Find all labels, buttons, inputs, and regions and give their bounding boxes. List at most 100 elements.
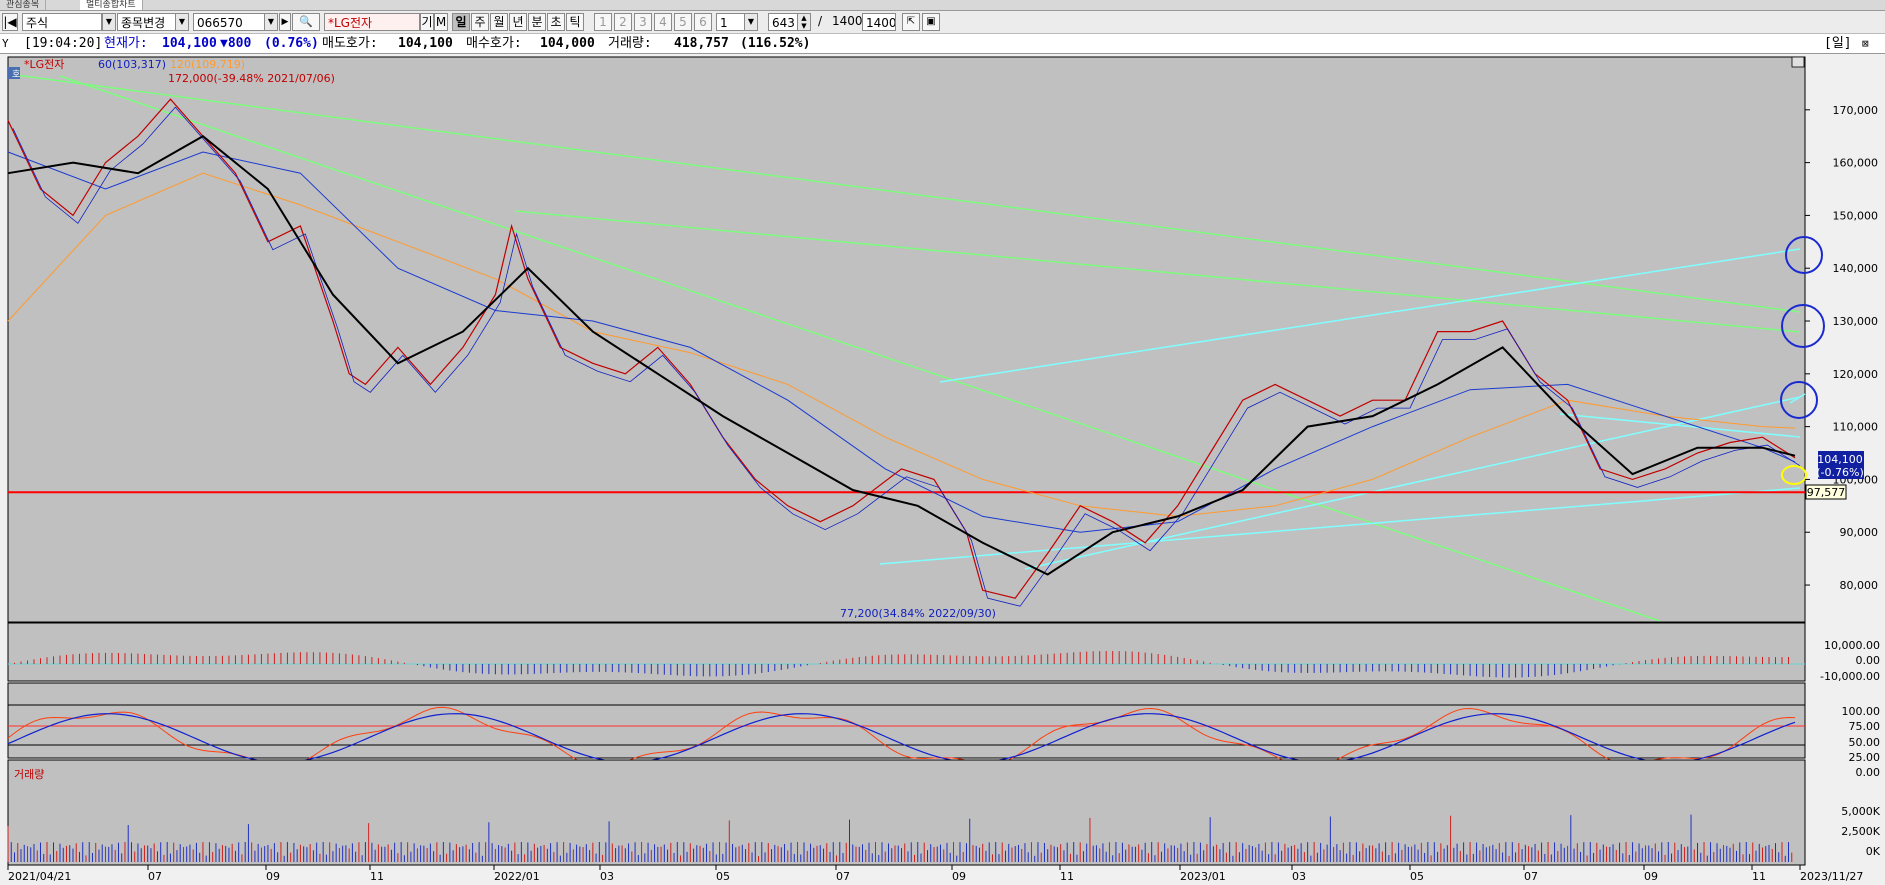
- first-icon[interactable]: |◀: [2, 13, 18, 31]
- support-tag-value: 97,577: [1807, 486, 1846, 499]
- unit-input[interactable]: 1: [716, 13, 746, 31]
- stoch-label-0: 0.00: [1856, 766, 1881, 779]
- price-tick-label: 130,000: [1833, 315, 1879, 328]
- vol-label-0k: 0K: [1866, 845, 1881, 858]
- price-tick-label: 140,000: [1833, 262, 1879, 275]
- price-tick-label: 170,000: [1833, 104, 1879, 117]
- m-button[interactable]: M: [434, 13, 448, 31]
- macd-label-neg10000: -10,000.00: [1820, 670, 1880, 683]
- date-tick-label: 07: [148, 870, 162, 883]
- spinner-icon[interactable]: ▲ ▼: [797, 13, 811, 31]
- price-tick-label: 90,000: [1840, 526, 1879, 539]
- chevron-down-icon[interactable]: ▼: [102, 13, 116, 31]
- stoch-label-50: 50.00: [1849, 736, 1881, 749]
- period-week-button[interactable]: 주: [471, 13, 489, 31]
- date-tick-label: 07: [1524, 870, 1538, 883]
- change-stock-select[interactable]: 종목변경: [117, 13, 177, 31]
- chevron-down-icon[interactable]: ▼: [175, 13, 189, 31]
- period-day-button[interactable]: 일: [452, 13, 470, 31]
- vol-label-5000k: 5,000K: [1841, 805, 1880, 818]
- date-tick-label: 09: [1644, 870, 1658, 883]
- stochastic-pane: [7, 682, 1806, 759]
- save-icon[interactable]: ▣: [922, 13, 940, 31]
- price-change: ▼800: [220, 36, 252, 51]
- date-tick-label: 2021/04/21: [8, 870, 71, 883]
- close-icon[interactable]: ⊠: [1862, 34, 1869, 53]
- price-tick-label: 120,000: [1833, 368, 1879, 381]
- export-icon[interactable]: ⇱: [902, 13, 920, 31]
- stoch-label-75: 75.00: [1849, 720, 1881, 733]
- num-button-1[interactable]: 1: [594, 13, 612, 31]
- current-price: 104,100: [162, 36, 217, 51]
- price-tick-label: 150,000: [1833, 209, 1879, 222]
- tab-watchlist[interactable]: 관심종목: [0, 0, 47, 10]
- bid-label: 매수호가:: [466, 36, 522, 51]
- y-icon: Y: [2, 37, 9, 50]
- tab-multi-chart[interactable]: 멀티종합차트: [80, 0, 143, 10]
- ask-label: 매도호가:: [322, 36, 378, 51]
- period-minute-button[interactable]: 분: [528, 13, 546, 31]
- legend-ma120: 120(109,719): [170, 58, 245, 71]
- date-tick-label: 03: [600, 870, 614, 883]
- chevron-down-icon[interactable]: ▼: [264, 13, 278, 31]
- pane-collapse-button: [1791, 56, 1805, 68]
- search-button[interactable]: 🔍: [292, 13, 320, 31]
- stoch-label-25: 25.00: [1849, 751, 1881, 764]
- date-tick-label: 11: [370, 870, 384, 883]
- gi-button[interactable]: 기: [420, 13, 434, 31]
- quote-bar: Y [19:04:20] 현재가: 104,100 ▼800 (0.76%) 매…: [0, 34, 1885, 54]
- period-tick-button[interactable]: 틱: [566, 13, 584, 31]
- period-month-button[interactable]: 월: [490, 13, 508, 31]
- period-second-button[interactable]: 초: [547, 13, 565, 31]
- volume-title: 거래량: [14, 768, 44, 781]
- chart-area[interactable]: 호 *LG전자 60(103,317) 120(109,719) 172,000…: [0, 54, 1885, 885]
- count-input[interactable]: 643: [768, 13, 798, 31]
- date-tick-label: 03: [1292, 870, 1306, 883]
- num-button-2[interactable]: 2: [614, 13, 632, 31]
- price-pane: [7, 56, 1806, 623]
- legend-ma60: 60(103,317): [98, 58, 166, 71]
- box-count-input[interactable]: 1400: [862, 13, 896, 31]
- price-tick-label: 80,000: [1840, 579, 1879, 592]
- date-tick-label: 2023/01: [1180, 870, 1226, 883]
- date-tick-label: 05: [1410, 870, 1424, 883]
- price-change-pct: (0.76%): [264, 36, 319, 51]
- period-year-button[interactable]: 년: [509, 13, 527, 31]
- stock-code-input[interactable]: 066570: [193, 13, 265, 31]
- date-tick-label: 09: [952, 870, 966, 883]
- total-count: 1400: [832, 14, 863, 28]
- current-price-tag-value: 104,100: [1817, 453, 1863, 466]
- volume-pct: (116.52%): [740, 36, 811, 51]
- num-button-5[interactable]: 5: [674, 13, 692, 31]
- current-price-tag-pct: (-0.76%): [1816, 466, 1864, 479]
- vol-label-2500k: 2,500K: [1841, 825, 1880, 838]
- ask-price: 104,100: [398, 36, 453, 51]
- date-tick-label: 2022/01: [494, 870, 540, 883]
- stoch-label-100: 100.00: [1842, 705, 1881, 718]
- macd-label-10000: 10,000.00: [1824, 639, 1880, 652]
- high-marker-label: 172,000(-39.48% 2021/07/06): [168, 72, 335, 85]
- date-tick-label: 2023/11/27: [1800, 870, 1863, 883]
- date-tick-label: 09: [266, 870, 280, 883]
- date-tick-label: 07: [836, 870, 850, 883]
- next-icon[interactable]: ▶: [279, 13, 291, 31]
- num-button-3[interactable]: 3: [634, 13, 652, 31]
- toolbar: |◀ 주식 ▼ 종목변경 ▼ 066570 ▼ ▶ 🔍 *LG전자 기 M 일 …: [0, 11, 1885, 34]
- window-tabs: 관심종목 멀티종합차트: [0, 0, 1885, 11]
- volume-value: 418,757: [674, 36, 729, 51]
- stock-name-field: *LG전자: [324, 13, 420, 31]
- svg-text:호: 호: [12, 69, 20, 80]
- price-tick-label: 110,000: [1833, 421, 1879, 434]
- market-select[interactable]: 주식: [22, 13, 102, 31]
- date-tick-label: 05: [716, 870, 730, 883]
- low-marker-label: 77,200(34.84% 2022/09/30): [840, 607, 996, 620]
- date-tick-label: 11: [1752, 870, 1766, 883]
- separator-slash: /: [818, 14, 823, 28]
- chevron-down-icon[interactable]: ▼: [744, 13, 758, 31]
- legend-stock: *LG전자: [24, 58, 64, 71]
- price-tick-label: 160,000: [1833, 157, 1879, 170]
- period-day-label[interactable]: [일]: [1824, 34, 1852, 53]
- num-button-6[interactable]: 6: [694, 13, 712, 31]
- num-button-4[interactable]: 4: [654, 13, 672, 31]
- bid-price: 104,000: [540, 36, 595, 51]
